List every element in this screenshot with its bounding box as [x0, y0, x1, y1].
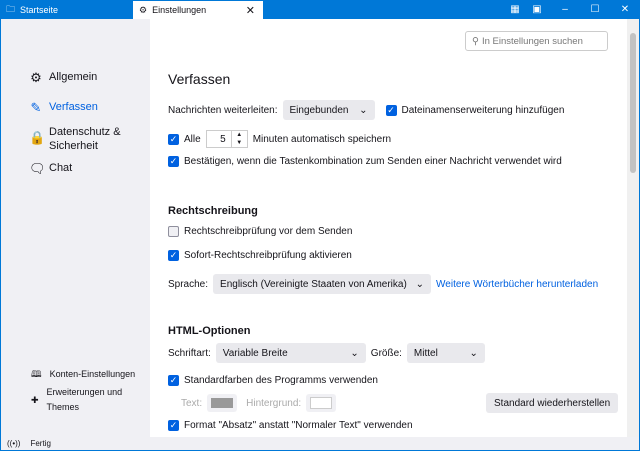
folder-icon: 🗀	[6, 3, 16, 14]
lock-icon: 🔒	[29, 130, 46, 145]
chevron-down-icon: ⌄	[350, 347, 359, 359]
status-bar: ((•)) Fertig	[1, 437, 639, 450]
forward-select[interactable]: Eingebunden ⌄	[282, 100, 375, 120]
sidebar-item-datenschutz[interactable]: 🔒 Datenschutz & Sicherheit	[29, 125, 129, 153]
chevron-down-icon: ⌄	[415, 278, 425, 290]
scrollbar-thumb[interactable]	[630, 33, 636, 173]
paragraph-format-checkbox[interactable]: ✓	[168, 420, 179, 431]
paragraph-format-label: Format "Absatz" anstatt "Normaler Text" …	[184, 420, 413, 431]
background-color-picker[interactable]	[306, 394, 337, 412]
book-icon: 🕮	[31, 369, 42, 379]
autosave-checkbox[interactable]: ✓	[168, 133, 179, 145]
autosave-minutes-stepper[interactable]: 5 ▲ ▼	[205, 130, 248, 148]
restore-defaults-button[interactable]: Standard wiederherstellen	[486, 393, 619, 413]
spin-up-icon[interactable]: ▲	[232, 131, 247, 139]
spell-before-send-checkbox[interactable]	[168, 226, 179, 237]
chevron-down-icon: ⌄	[469, 347, 478, 359]
search-icon: ⚲	[472, 35, 479, 47]
gear-icon: ⚙	[30, 70, 42, 85]
tasks-icon[interactable]: ▣	[522, 0, 552, 19]
size-select[interactable]: Mittel ⌄	[406, 343, 485, 363]
chevron-down-icon: ⌄	[359, 104, 368, 116]
spell-instant-checkbox[interactable]: ✓	[168, 250, 179, 261]
close-button[interactable]: ✕	[610, 0, 640, 19]
maximize-button[interactable]: ☐	[580, 0, 610, 19]
erweiterungen-link[interactable]: ✚ Erweiterungen und Themes	[31, 385, 127, 415]
settings-content: ⚲ In Einstellungen suchen Verfassen Nachr…	[150, 19, 627, 437]
font-select[interactable]: Variable Breite ⌄	[215, 343, 366, 363]
gear-icon: ⚙	[139, 4, 148, 15]
pencil-icon: ✎	[30, 100, 42, 115]
settings-search-input[interactable]: ⚲ In Einstellungen suchen	[465, 31, 608, 51]
chat-icon: 🗨	[29, 161, 46, 176]
html-options-heading: HTML-Optionen	[168, 325, 251, 337]
tab-einstellungen[interactable]: ⚙ Einstellungen ✕	[133, 1, 263, 19]
sidebar-item-chat[interactable]: 🗨 Chat	[29, 162, 72, 176]
minimize-button[interactable]: –	[550, 0, 580, 19]
title-bar: 🗀 Startseite ⚙ Einstellungen ✕ ▦ ▣ – ☐ ✕	[0, 0, 640, 19]
puzzle-icon: ✚	[31, 395, 39, 405]
forward-label: Nachrichten weiterleiten:	[168, 104, 278, 116]
sidebar: ⚙ Allgemein ✎ Verfassen 🔒 Datenschutz & Sic…	[1, 19, 150, 437]
sidebar-item-verfassen[interactable]: ✎ Verfassen	[29, 101, 98, 115]
konten-einstellungen-link[interactable]: 🕮 Konten-Einstellungen	[31, 367, 135, 382]
confirm-send-checkbox[interactable]: ✓	[168, 156, 179, 167]
tab-startseite[interactable]: 🗀 Startseite	[0, 0, 130, 19]
add-extension-checkbox[interactable]: ✓	[385, 104, 397, 116]
page-title: Verfassen	[168, 71, 231, 87]
download-dictionaries-link[interactable]: Weitere Wörterbücher herunterladen	[436, 278, 598, 291]
close-tab-icon[interactable]: ✕	[246, 4, 255, 17]
broadcast-icon: ((•))	[7, 439, 21, 448]
spin-down-icon[interactable]: ▼	[232, 139, 247, 147]
text-color-picker[interactable]	[207, 394, 238, 412]
default-colors-checkbox[interactable]: ✓	[168, 375, 179, 386]
sidebar-item-allgemein[interactable]: ⚙ Allgemein	[29, 71, 97, 85]
spelling-heading: Rechtschreibung	[168, 205, 258, 217]
scrollbar[interactable]	[627, 19, 639, 437]
language-select[interactable]: Englisch (Vereinigte Staaten von Amerika…	[213, 274, 432, 294]
